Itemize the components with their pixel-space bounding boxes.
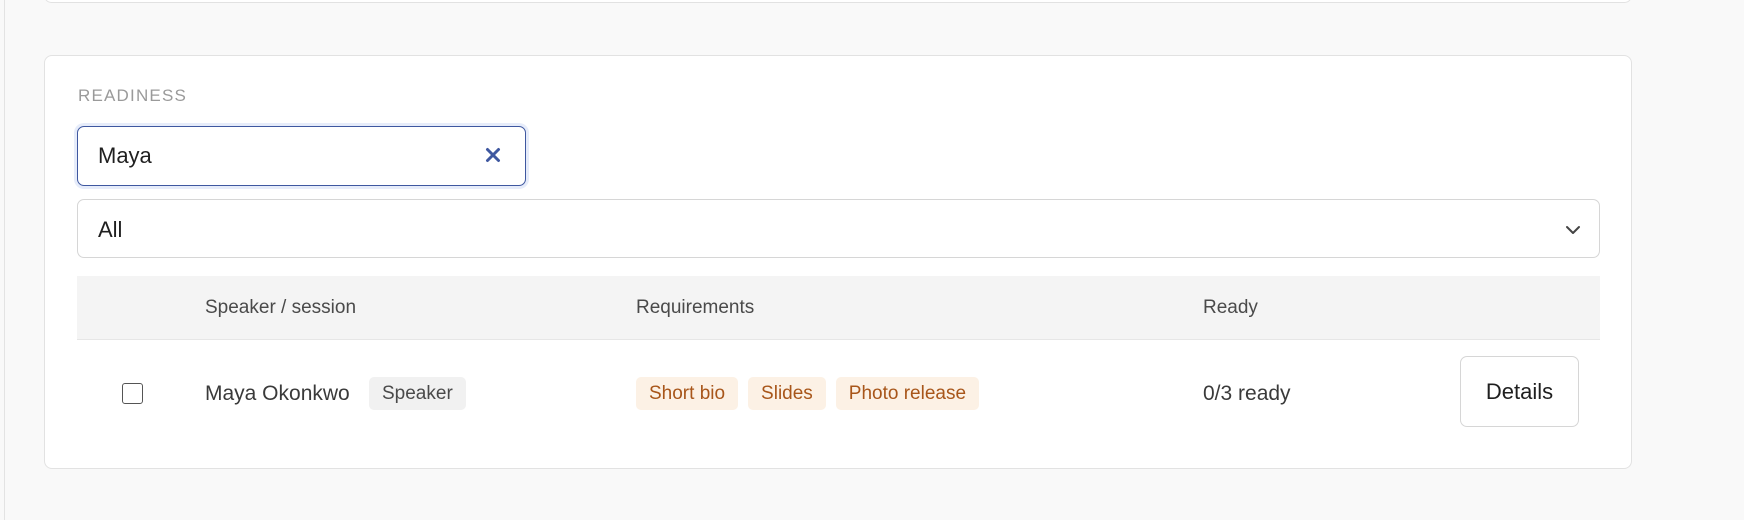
- chevron-down-icon: [1563, 220, 1583, 240]
- search-field[interactable]: [77, 126, 526, 186]
- requirement-chip: Photo release: [835, 377, 980, 410]
- requirement-chip: Slides: [748, 377, 826, 410]
- column-header-requirements: Requirements: [636, 297, 755, 318]
- table-row: Maya Okonkwo Speaker Short bio Slides Ph…: [77, 341, 1600, 445]
- page-left-rule: [4, 0, 5, 520]
- row-select-checkbox[interactable]: [122, 383, 143, 404]
- previous-card: [44, 0, 1632, 3]
- details-button[interactable]: Details: [1460, 356, 1579, 427]
- section-title: READINESS: [78, 86, 188, 105]
- readiness-card: READINESS All Speaker / session Requirem…: [44, 55, 1632, 469]
- requirement-chip: Short bio: [636, 377, 739, 410]
- column-header-ready: Ready: [1203, 297, 1258, 318]
- role-badge: Speaker: [369, 377, 466, 410]
- readiness-filter-select[interactable]: All: [77, 199, 1600, 258]
- requirements-list: Short bio Slides Photo release: [636, 377, 980, 410]
- ready-status: 0/3 ready: [1203, 382, 1291, 405]
- close-icon[interactable]: [479, 141, 507, 169]
- search-input[interactable]: [98, 127, 458, 184]
- speaker-name: Maya Okonkwo: [205, 382, 350, 405]
- table-header: Speaker / session Requirements Ready: [77, 276, 1600, 340]
- column-header-speaker: Speaker / session: [205, 297, 357, 318]
- select-value: All: [98, 217, 123, 242]
